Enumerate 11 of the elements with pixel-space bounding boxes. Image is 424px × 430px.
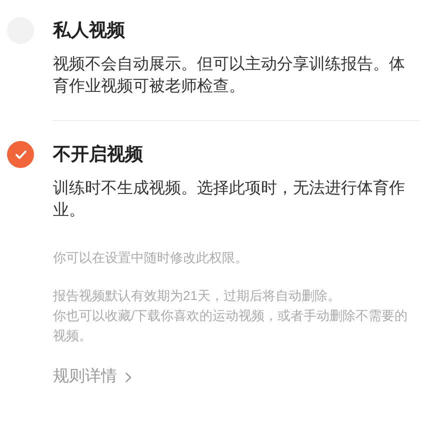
note-text: 你也可以收藏/下载你喜欢的运动视频，或者手动删除不需要的视频。: [53, 307, 409, 345]
radio-button[interactable]: [7, 141, 34, 168]
chevron-right-icon: [125, 372, 132, 382]
option-title: 不开启视频: [53, 143, 144, 166]
rules-link[interactable]: 规则详情: [53, 366, 132, 388]
option-title: 私人视频: [53, 19, 126, 42]
check-icon: [14, 150, 26, 160]
option-description: 视频不会自动展示。但可以主动分享训练报告。体育作业视频可被老师检查。: [53, 54, 406, 97]
note-text: 报告视频默认有效期为21天，过期后将自动删除。: [53, 287, 342, 305]
note-text: 你可以在设置中随时修改此权限。: [53, 249, 249, 267]
option-description: 训练时不生成视频。选择此项时，无法进行体育作业。: [53, 178, 406, 221]
